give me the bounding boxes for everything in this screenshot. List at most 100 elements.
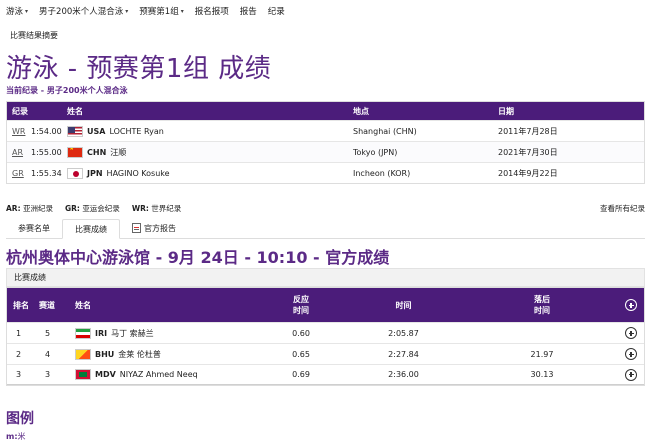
legend-item-meter: m:米 [6,432,26,441]
table-row: 3 3 MDV NIYAZ Ahmed Neeq 0.69 2:36.00 30… [7,364,644,385]
report-icon [132,223,141,233]
record-athlete: 汪顺 [110,147,127,157]
nav-item-label: 游泳 [6,7,24,17]
header-name: 姓名 [75,300,91,310]
record-code-link[interactable]: WR [12,127,25,136]
chevron-down-icon: ▾ [180,7,184,15]
record-country: USA [87,126,106,136]
result-behind: 30.13 [530,370,554,379]
result-country: MDV [95,370,116,379]
results-table: 排名 赛道 姓名 反应 时间 时间 落后 时间 1 5 IRI 马丁 索赫兰 0.6… [6,287,645,386]
result-rank: 3 [16,370,22,379]
header-rank: 排名 [13,300,29,310]
legend-wr: WR: 世界纪录 [131,204,182,213]
record-athlete: HAGINO Kosuke [106,168,170,178]
nav-item-label: 纪录 [267,7,285,17]
record-place: Shanghai (CHN) [353,126,417,136]
record-code-link[interactable]: AR [12,148,23,157]
result-athlete[interactable]: NIYAZ Ahmed Neeq [120,370,198,379]
expand-row-plus-icon[interactable] [625,327,637,339]
results-caption: 比赛成绩 [6,268,645,287]
result-country: IRI [95,328,108,338]
record-row: WR 1:54.00 USA LOCHTE Ryan Shanghai (CHN… [7,120,644,141]
record-date: 2011年7月28日 [498,126,558,136]
result-athlete[interactable]: 马丁 索赫兰 [111,328,154,339]
legend-ar: AR: 亚洲纪录 [6,204,53,213]
record-country: CHN [87,147,107,157]
nav-item-phase[interactable]: 预赛第1组 ▾ [139,5,183,17]
result-rank: 1 [16,328,22,338]
result-rank: 2 [16,349,22,359]
records-table-header: 纪录 姓名 地点 日期 [7,102,644,120]
record-athlete: LOCHTE Ryan [109,126,164,136]
result-time: 2:05.87 [388,328,419,338]
record-legend: AR: 亚洲纪录 GR: 亚运会纪录 WR: 世界纪录 查看所有纪录 [6,203,645,214]
chevron-down-icon: ▾ [25,7,29,15]
record-score: 1:55.34 [31,168,62,178]
header-place: 地点 [353,106,369,116]
header-record: 纪录 [12,106,28,116]
result-reaction: 0.65 [292,349,310,359]
record-score: 1:54.00 [31,126,62,136]
nav-item-entries[interactable]: 报名报项 [195,5,229,17]
expand-row-plus-icon[interactable] [625,348,637,360]
results-table-header: 排名 赛道 姓名 反应 时间 时间 落后 时间 [7,288,644,322]
result-athlete[interactable]: 金莱 伦杜普 [118,349,161,360]
result-reaction: 0.69 [292,370,310,379]
iri-flag-icon [75,327,91,339]
result-lane: 4 [45,349,51,359]
result-time: 2:27.84 [388,349,419,359]
page-title: 游泳 - 预赛第1组 成绩 [6,54,272,84]
nav-item-sport[interactable]: 游泳 ▾ [6,5,28,17]
header-behind: 落后 时间 [534,295,550,315]
result-country: BHU [95,349,115,359]
record-place: Incheon (KOR) [353,168,411,178]
legend-title: 图例 [6,411,34,427]
record-place: Tokyo (JPN) [353,147,398,157]
header-name: 姓名 [67,106,83,116]
venue-title: 杭州奥体中心游泳馆 - 9月 24日 - 10:10 - 官方成绩 [6,248,390,267]
chevron-down-icon: ▾ [125,7,129,15]
tab-results[interactable]: 比赛成绩 [62,219,120,239]
nav-item-reports[interactable]: 报告 [240,5,257,17]
jpn-flag-icon [67,167,83,179]
result-reaction: 0.60 [292,328,310,338]
view-all-records-link[interactable]: 查看所有纪录 [600,203,645,214]
bhu-flag-icon [75,348,91,360]
result-behind: 21.97 [530,349,554,359]
nav-item-records[interactable]: 纪录 [268,5,285,17]
results-tabs: 参赛名单 比赛成绩 官方报告 [6,219,645,239]
chn-flag-icon [67,146,83,158]
header-time: 时间 [395,300,412,310]
result-time: 2:36.00 [388,370,419,379]
record-score: 1:55.00 [31,147,62,157]
table-row: 2 4 BHU 金莱 伦杜普 0.65 2:27.84 21.97 [7,343,644,364]
legend-gr: GR: 亚运会纪录 [64,204,120,213]
expand-row-plus-icon[interactable] [625,368,637,381]
record-date: 2014年9月22日 [498,168,558,178]
mdv-flag-icon [75,369,91,380]
header-reaction: 反应 时间 [293,295,309,315]
nav-item-label: 报告 [239,7,257,17]
record-date: 2021年7月30日 [498,147,558,157]
header-date: 日期 [498,106,514,116]
expand-all-plus-icon[interactable] [625,299,637,311]
tab-start-list[interactable]: 参赛名单 [6,218,62,238]
nav-item-label: 报名报项 [194,7,229,17]
top-nav: 游泳 ▾ 男子200米个人混合泳 ▾ 预赛第1组 ▾ 报名报项 报告 纪录 [0,0,650,22]
current-record-heading: 当前纪录 - 男子200米个人混合泳 [6,86,128,95]
result-lane: 5 [45,328,51,338]
nav-item-label: 预赛第1组 [139,7,179,17]
tab-official-report[interactable]: 官方报告 [120,218,188,238]
usa-flag-icon [67,125,83,137]
record-code-link[interactable]: GR [12,169,24,178]
summary-link[interactable]: 比赛结果摘要 [10,30,58,41]
table-row: 1 5 IRI 马丁 索赫兰 0.60 2:05.87 [7,322,644,343]
records-table: 纪录 姓名 地点 日期 WR 1:54.00 USA LOCHTE Ryan S… [6,101,645,184]
header-lane: 赛道 [39,300,55,310]
record-row: GR 1:55.34 JPN HAGINO Kosuke Incheon (KO… [7,162,644,183]
record-country: JPN [87,168,103,178]
result-lane: 3 [45,370,51,379]
nav-item-event[interactable]: 男子200米个人混合泳 ▾ [39,5,128,17]
record-row: AR 1:55.00 CHN 汪顺 Tokyo (JPN) 2021年7月30日 [7,141,644,162]
